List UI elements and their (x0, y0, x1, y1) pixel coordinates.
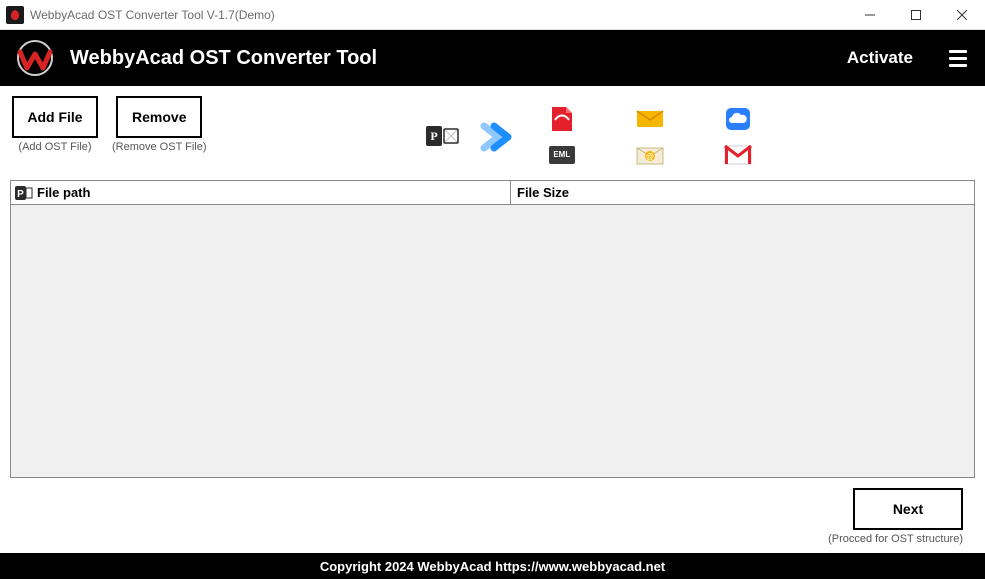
arrow-right-icon (478, 120, 514, 154)
app-title: WebbyAcad OST Converter Tool (70, 47, 847, 70)
brand-logo-icon (10, 38, 60, 78)
add-file-subtitle: (Add OST File) (18, 141, 91, 153)
close-button[interactable] (939, 0, 985, 30)
col-size-label: File Size (517, 185, 569, 200)
postmark-icon: @ (636, 143, 664, 167)
svg-text:P: P (17, 189, 24, 200)
icloud-icon (724, 107, 752, 131)
conversion-icons-row: P EML @ (221, 96, 973, 170)
pdf-icon (548, 107, 576, 131)
column-file-path[interactable]: P File path (11, 181, 511, 204)
eml-badge-text: EML (548, 143, 576, 167)
gmail-icon (724, 143, 752, 167)
table-header-row: P File path File Size (11, 181, 974, 205)
source-file-icon: P (426, 122, 460, 152)
add-file-button[interactable]: Add File (12, 96, 98, 138)
app-icon (6, 6, 24, 24)
file-table: P File path File Size (10, 180, 975, 478)
titlebar: WebbyAcad OST Converter Tool V-1.7(Demo) (0, 0, 985, 30)
file-path-header-icon: P (15, 184, 33, 202)
svg-text:@: @ (646, 152, 654, 161)
activate-button[interactable]: Activate (847, 48, 913, 68)
col-path-label: File path (37, 185, 90, 200)
column-file-size[interactable]: File Size (511, 181, 974, 204)
next-button[interactable]: Next (853, 488, 963, 530)
minimize-button[interactable] (847, 0, 893, 30)
remove-file-subtitle: (Remove OST File) (112, 141, 207, 153)
eml-icon: EML (548, 143, 576, 167)
mail-yellow-icon (636, 107, 664, 131)
menu-icon[interactable] (949, 50, 967, 67)
copyright-bar: Copyright 2024 WebbyAcad https://www.web… (0, 553, 985, 579)
next-subtitle: (Procced for OST structure) (828, 533, 963, 545)
maximize-button[interactable] (893, 0, 939, 30)
app-header: WebbyAcad OST Converter Tool Activate (0, 30, 985, 86)
window-title: WebbyAcad OST Converter Tool V-1.7(Demo) (30, 8, 847, 22)
svg-text:P: P (430, 129, 437, 143)
table-body (11, 205, 974, 477)
remove-file-button[interactable]: Remove (116, 96, 202, 138)
toolbar: Add File (Add OST File) Remove (Remove O… (0, 86, 985, 176)
